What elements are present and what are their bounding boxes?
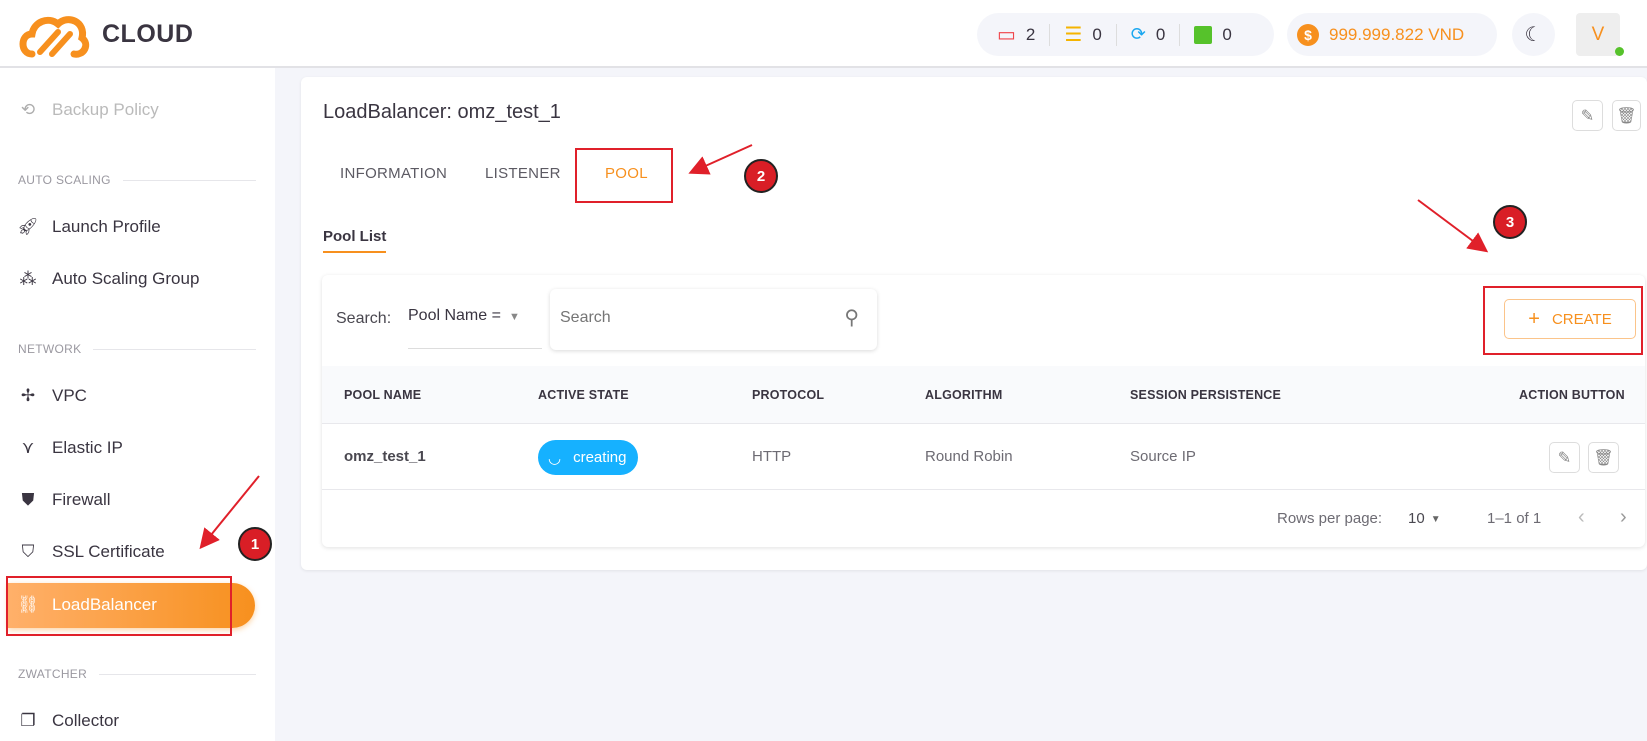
annotation-arrows xyxy=(199,144,1489,550)
arrow-3 xyxy=(1417,199,1489,253)
annotation-badge-2: 2 xyxy=(744,159,778,193)
arrow-2 xyxy=(688,144,753,175)
annotation-badge-1: 1 xyxy=(238,527,272,561)
annotation-badge-3: 3 xyxy=(1493,205,1527,239)
